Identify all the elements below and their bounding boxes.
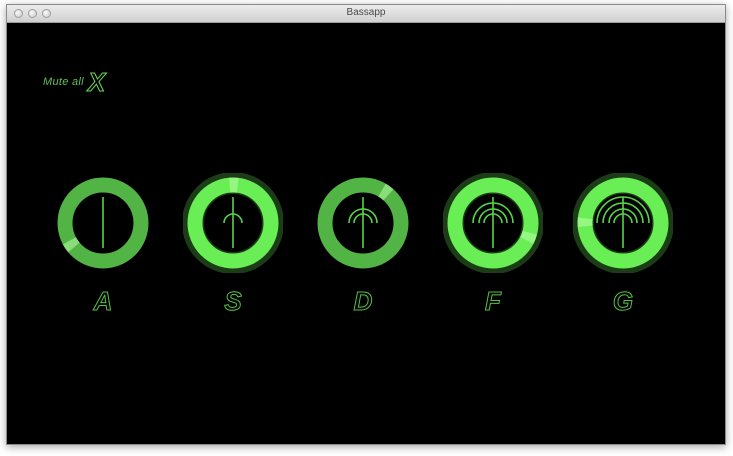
pad-ring-icon (443, 173, 543, 273)
pad-f[interactable]: F (443, 173, 543, 323)
app-window: Bassapp Mute all X A S D F G (6, 4, 726, 445)
pad-ring-icon (573, 173, 673, 273)
pad-g[interactable]: G (573, 173, 673, 323)
main-canvas: Mute all X A S D F G (7, 23, 725, 444)
mute-key-label: X (87, 67, 106, 97)
mute-all-button[interactable]: Mute all X (43, 67, 106, 97)
pad-ring-icon (183, 173, 283, 273)
pad-key-label: F (485, 286, 502, 316)
pad-ring-icon (317, 177, 409, 269)
pad-ring-icon (57, 177, 149, 269)
pad-a[interactable]: A (53, 173, 153, 323)
titlebar: Bassapp (7, 5, 725, 23)
pad-d[interactable]: D (313, 173, 413, 323)
pad-s[interactable]: S (183, 173, 283, 323)
pad-key-label: D (353, 286, 373, 316)
pad-key-label: G (612, 286, 634, 316)
pad-key-label: S (224, 286, 242, 316)
window-title: Bassapp (346, 7, 386, 18)
mute-all-label: Mute all (43, 76, 84, 88)
pad-key-label: A (93, 286, 113, 316)
